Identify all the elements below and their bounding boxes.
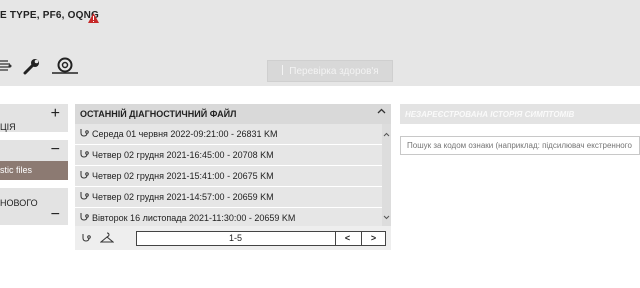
symptom-history-header: НЕЗАРЕЄСТРОВАНА ІСТОРІЯ СИМПТОМІВ bbox=[400, 104, 640, 124]
collapse-minus-icon[interactable]: − bbox=[51, 142, 60, 158]
health-check-label: Перевірка здоров'я bbox=[289, 65, 379, 77]
wrench-icon[interactable] bbox=[23, 57, 41, 80]
tire-icon[interactable] bbox=[50, 57, 80, 80]
vehicle-title: E TYPE, PF6, OQNG bbox=[0, 10, 99, 21]
collapse-minus-icon[interactable]: − bbox=[51, 207, 60, 223]
list-item[interactable]: Четвер 02 грудня 2021-15:41:00 - 20675 K… bbox=[75, 166, 382, 187]
sidebar-item-label: stic files bbox=[0, 165, 33, 175]
left-section-3[interactable]: НОВОГО − bbox=[0, 188, 68, 225]
list-item-text: Середа 01 червня 2022-09:21:00 - 26831 K… bbox=[92, 129, 278, 139]
vehicle-header: E TYPE, PF6, OQNG bbox=[0, 0, 640, 46]
left-section-1[interactable]: ЦІЯ + bbox=[0, 104, 68, 132]
expand-plus-icon[interactable]: + bbox=[51, 106, 60, 122]
panel-title: ОСТАННІЙ ДІАГНОСТИЧНИЙ ФАЙЛ bbox=[80, 109, 237, 119]
sidebar-item-diagnostic-files[interactable]: stic files bbox=[0, 161, 68, 180]
list-item-text: Четвер 02 грудня 2021-15:41:00 - 20675 K… bbox=[92, 171, 274, 181]
health-check-button[interactable]: Перевірка здоров'я bbox=[267, 60, 393, 82]
stethoscope-icon bbox=[79, 191, 90, 204]
chevron-up-icon[interactable] bbox=[377, 107, 386, 119]
list-item[interactable]: Четвер 02 грудня 2021-16:45:00 - 20708 K… bbox=[75, 145, 382, 166]
page-range: 1-5 bbox=[228, 233, 242, 243]
list-item[interactable]: Четвер 02 грудня 2021-14:57:00 - 20659 K… bbox=[75, 187, 382, 208]
list-item[interactable]: Вівторок 16 листопада 2021-11:30:00 - 20… bbox=[75, 208, 382, 226]
left-section-3-label: НОВОГО bbox=[0, 198, 38, 208]
hanger-icon[interactable] bbox=[99, 231, 115, 249]
scroll-up-icon[interactable] bbox=[383, 125, 390, 143]
list-item[interactable]: Середа 01 червня 2022-09:21:00 - 26831 K… bbox=[75, 124, 382, 145]
stethoscope-icon bbox=[79, 170, 90, 183]
left-section-1-label: ЦІЯ bbox=[0, 122, 16, 132]
left-section-2[interactable]: − bbox=[0, 140, 68, 161]
list-item-text: Четвер 02 грудня 2021-16:45:00 - 20708 K… bbox=[92, 150, 274, 160]
list-item-text: Вівторок 16 листопада 2021-11:30:00 - 20… bbox=[92, 213, 296, 223]
stethoscope-icon bbox=[79, 212, 90, 225]
panel-header: ОСТАННІЙ ДІАГНОСТИЧНИЙ ФАЙЛ bbox=[75, 104, 391, 124]
health-check-icon bbox=[281, 64, 285, 78]
stethoscope-icon bbox=[79, 149, 90, 162]
list-item-text: Четвер 02 грудня 2021-14:57:00 - 20659 K… bbox=[92, 192, 274, 202]
next-page-button[interactable]: > bbox=[361, 232, 385, 245]
scrollbar[interactable] bbox=[382, 124, 391, 226]
symptom-history-title: НЕЗАРЕЄСТРОВАНА ІСТОРІЯ СИМПТОМІВ bbox=[405, 110, 575, 119]
pagination: 1-5 < > bbox=[136, 231, 386, 246]
stethoscope-icon[interactable] bbox=[81, 232, 92, 250]
warning-icon[interactable] bbox=[88, 10, 99, 28]
symptom-search-input[interactable] bbox=[400, 136, 640, 155]
stethoscope-icon bbox=[79, 128, 90, 141]
diagnostics-icon[interactable] bbox=[0, 58, 12, 79]
prev-page-button[interactable]: < bbox=[335, 232, 359, 245]
diagnostic-files-panel: ОСТАННІЙ ДІАГНОСТИЧНИЙ ФАЙЛ Середа 01 че… bbox=[75, 104, 391, 250]
scroll-down-icon[interactable] bbox=[383, 207, 390, 225]
